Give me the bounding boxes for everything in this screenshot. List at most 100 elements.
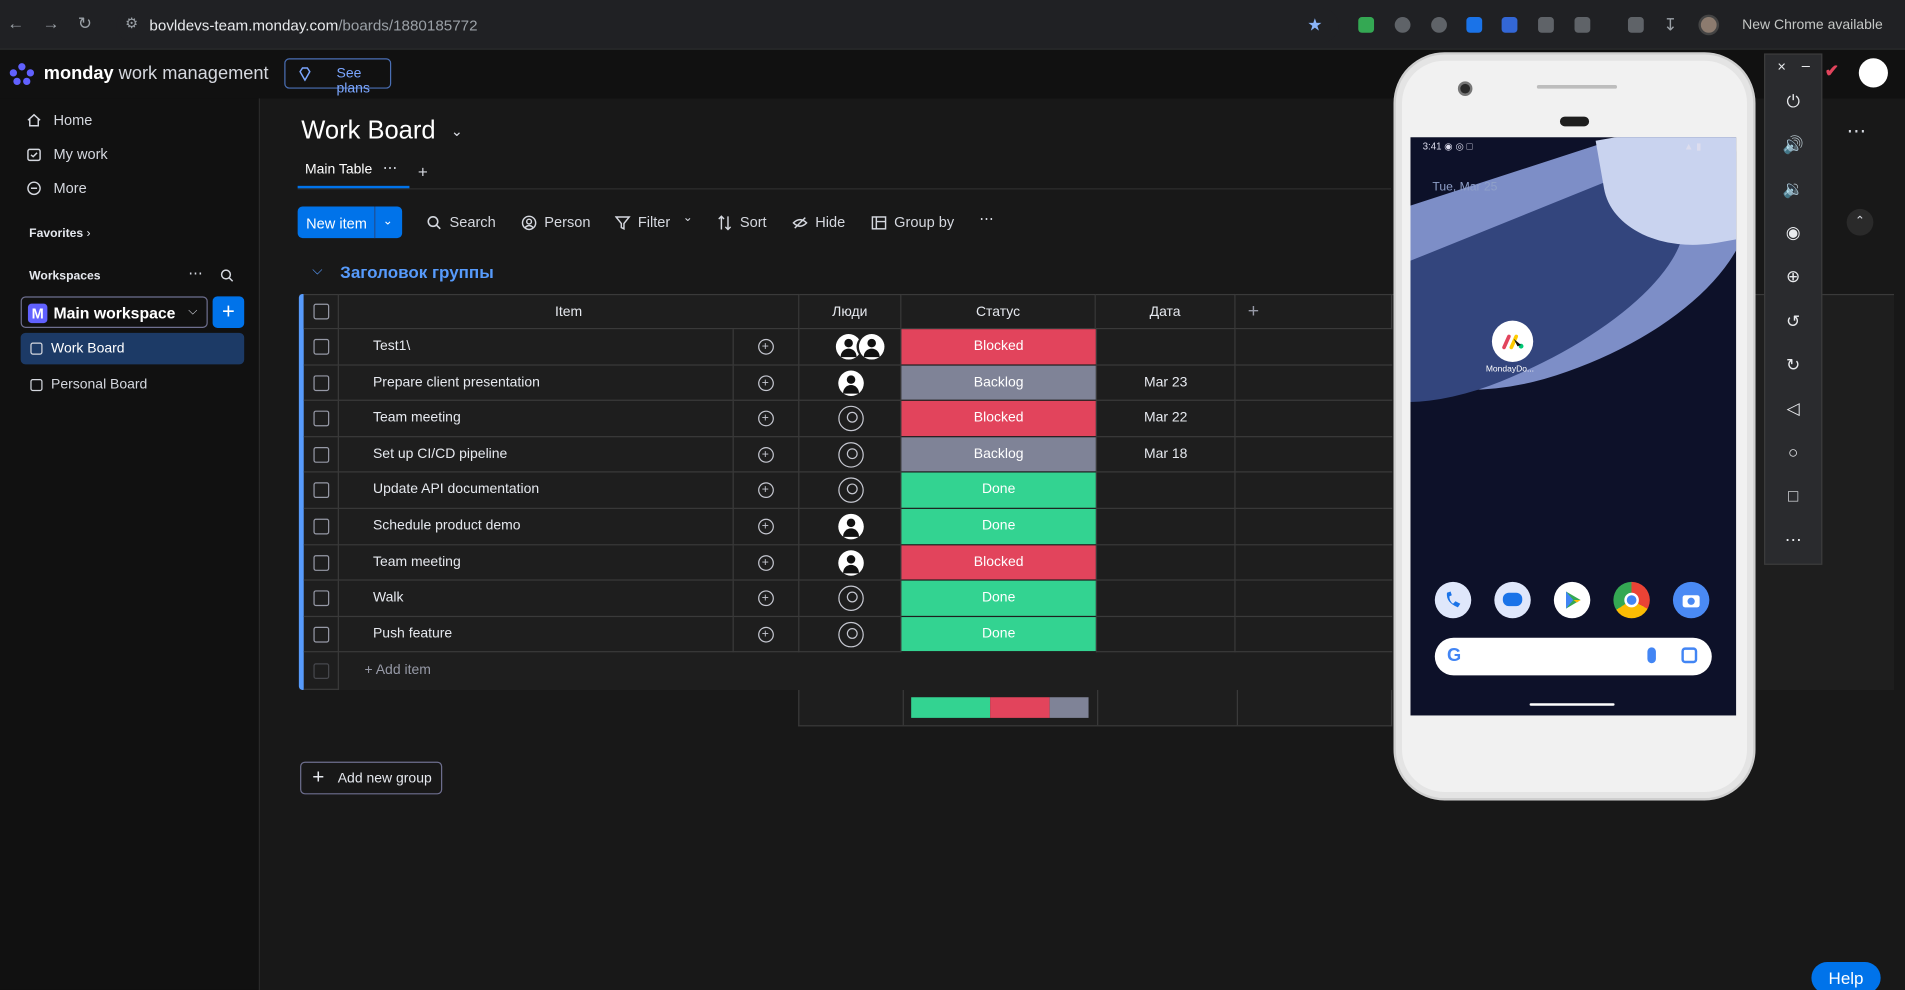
updates-cell[interactable] (733, 509, 800, 545)
add-update-icon[interactable] (758, 509, 774, 544)
people-cell[interactable] (799, 544, 902, 581)
item-name-cell[interactable]: Schedule product demo (338, 508, 734, 545)
people-cell[interactable] (799, 329, 902, 366)
table-row[interactable]: Schedule product demo Done (303, 508, 1393, 545)
sort-button[interactable]: Sort (717, 214, 767, 231)
item-name-cell[interactable]: Walk (338, 580, 734, 617)
google-search-bar[interactable]: G (1434, 637, 1712, 676)
overview-square-icon[interactable]: □ (1782, 485, 1804, 507)
url-text[interactable]: bovldevs-team.monday.com/boards/18801857… (149, 17, 477, 34)
item-name-cell[interactable]: Test1\ (338, 329, 734, 366)
status-summary-segment[interactable] (1049, 697, 1089, 718)
add-item-input[interactable]: + Add item (364, 663, 430, 678)
more-icon[interactable]: ⋯ (1782, 528, 1804, 550)
people-cell[interactable] (799, 401, 902, 438)
mic-icon[interactable] (1647, 647, 1656, 664)
forward-icon[interactable]: → (43, 13, 60, 32)
row-checkbox[interactable] (313, 554, 330, 571)
column-header-date[interactable]: Дата (1095, 293, 1236, 330)
empty-person-icon[interactable] (838, 621, 864, 648)
group-by-button[interactable]: Group by (871, 214, 954, 231)
board-title[interactable]: Work Board (301, 117, 435, 146)
row-checkbox[interactable] (313, 374, 330, 391)
volume-down-icon[interactable]: 🔉 (1782, 177, 1804, 199)
collapse-header-icon[interactable]: ⌃ (1846, 208, 1874, 236)
item-name-cell[interactable]: Prepare client presentation (338, 365, 734, 402)
sidebar-board-work-board[interactable]: Work Board (20, 332, 245, 365)
empty-person-icon[interactable] (838, 405, 864, 432)
extension-icon[interactable] (1394, 17, 1411, 33)
item-name-cell[interactable]: Push feature (338, 616, 734, 653)
add-update-icon[interactable] (758, 401, 774, 436)
media-icon[interactable] (1627, 17, 1644, 33)
row-checkbox[interactable] (313, 626, 330, 643)
table-row[interactable]: Prepare client presentation Backlog Mar 23 (303, 365, 1393, 402)
date-cell[interactable] (1095, 329, 1236, 366)
search-button[interactable]: Search (426, 214, 496, 231)
see-plans-button[interactable]: See plans (284, 58, 392, 96)
row-checkbox[interactable] (313, 410, 330, 427)
table-row[interactable]: Push feature Done (303, 616, 1393, 653)
item-name-cell[interactable]: Set up CI/CD pipeline (338, 437, 734, 473)
more-options-icon[interactable]: ⋯ (979, 210, 995, 227)
add-update-icon[interactable] (758, 365, 774, 400)
select-all-checkbox[interactable] (313, 303, 330, 320)
status-cell[interactable]: Done (901, 508, 1096, 544)
rotate-right-icon[interactable]: ↻ (1782, 353, 1804, 375)
tab-main-table[interactable]: Main Table (305, 163, 372, 178)
table-row[interactable]: Set up CI/CD pipeline Backlog Mar 18 (303, 437, 1393, 473)
status-cell[interactable]: Blocked (901, 544, 1096, 580)
empty-person-icon[interactable] (838, 441, 864, 468)
extensions-puzzle-icon[interactable] (1574, 17, 1591, 33)
date-cell[interactable] (1095, 508, 1236, 545)
table-row[interactable]: Test1\ Blocked (303, 329, 1393, 366)
tab-options-icon[interactable]: ⋯ (383, 159, 399, 176)
person-avatar[interactable] (835, 334, 862, 360)
add-column-icon[interactable]: + (1235, 293, 1393, 330)
row-checkbox[interactable] (313, 446, 330, 463)
row-checkbox[interactable] (313, 482, 330, 499)
person-avatar[interactable] (858, 334, 885, 360)
volume-up-icon[interactable]: 🔊 (1782, 134, 1804, 156)
reload-icon[interactable]: ↻ (78, 13, 92, 34)
status-cell[interactable]: Backlog (901, 365, 1096, 400)
group-title[interactable]: Заголовок группы (340, 262, 494, 281)
date-cell[interactable] (1095, 580, 1236, 617)
zoom-icon[interactable]: ⊕ (1782, 265, 1804, 287)
sidebar-item-home[interactable]: Home (27, 112, 93, 129)
filter-button[interactable]: Filter (614, 214, 670, 231)
sidebar-item-my-work[interactable]: My work (27, 146, 108, 163)
status-cell[interactable]: Backlog (901, 437, 1096, 472)
profile-avatar[interactable] (1698, 14, 1720, 36)
item-name-cell[interactable]: Update API documentation (338, 472, 734, 509)
new-chrome-available[interactable]: New Chrome available (1742, 18, 1883, 33)
people-cell[interactable] (799, 365, 902, 402)
status-cell[interactable]: Done (901, 616, 1096, 652)
status-summary-segment[interactable] (990, 697, 1050, 718)
status-cell[interactable]: Done (901, 580, 1096, 616)
row-checkbox[interactable] (313, 338, 330, 355)
favorites-section[interactable]: Favorites › (29, 227, 90, 240)
add-update-icon[interactable] (758, 617, 774, 652)
people-cell[interactable] (799, 616, 902, 653)
add-update-icon[interactable] (758, 329, 774, 364)
minimize-icon[interactable]: – (1802, 57, 1810, 74)
column-header-status[interactable]: Статус (901, 293, 1096, 330)
sidebar-item-more[interactable]: More (27, 180, 87, 197)
chrome-app-icon[interactable] (1613, 581, 1650, 619)
date-cell[interactable] (1095, 616, 1236, 653)
date-cell[interactable] (1095, 472, 1236, 509)
person-filter-button[interactable]: Person (521, 214, 590, 231)
add-view-icon[interactable]: + (418, 162, 428, 181)
extension-icon[interactable] (1538, 17, 1554, 33)
row-checkbox[interactable] (313, 518, 330, 535)
download-icon[interactable]: ↧ (1663, 15, 1677, 36)
add-new-group-button[interactable]: + Add new group (300, 761, 443, 795)
messages-app-icon[interactable] (1494, 581, 1531, 619)
status-cell[interactable]: Blocked (901, 329, 1096, 364)
lens-icon[interactable] (1681, 647, 1698, 664)
monday-app-icon[interactable]: ✔ (1825, 61, 1857, 85)
close-icon[interactable]: × (1777, 58, 1786, 75)
table-row[interactable]: Team meeting Blocked (303, 544, 1393, 581)
phone-screen[interactable]: 3:41 ◉ ◎ □ ▲ ▮ Tue, Mar 25 MondayDo... G (1410, 137, 1737, 716)
